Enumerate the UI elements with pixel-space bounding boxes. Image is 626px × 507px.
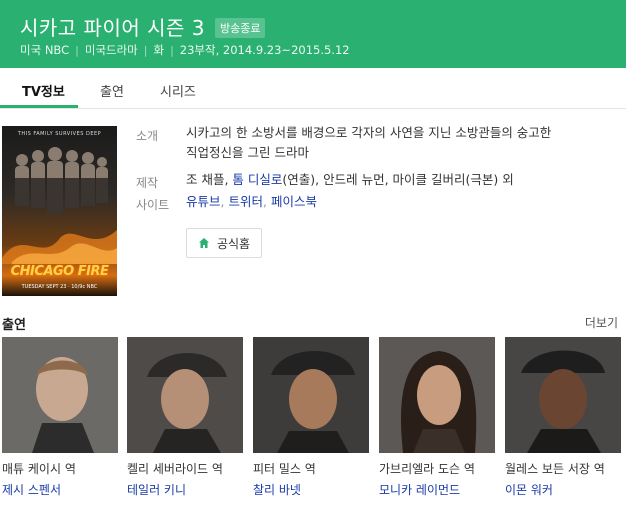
cast-actor-link[interactable]: 제시 스펜서 — [2, 481, 118, 498]
cast-photo[interactable] — [127, 337, 243, 453]
poster-logo: CHICAGO FIRE — [10, 264, 109, 279]
cast-photo[interactable] — [253, 337, 369, 453]
summary-text: 시카고의 한 소방서를 배경으로 각자의 사연을 지닌 소방관들의 숭고한 직업… — [186, 123, 551, 163]
cast-role: 켈리 세버라이드 역 — [127, 462, 223, 476]
cast-actor-link[interactable]: 모니카 레이먼드 — [379, 481, 495, 498]
tab-bar: TV정보 출연 시리즈 — [0, 68, 626, 109]
cast-actor-link[interactable]: 테일러 키니 — [127, 481, 243, 498]
tab-series[interactable]: 시리즈 — [160, 81, 196, 100]
program-header: 시카고 파이어 시즌 3 방송종료 미국 NBC | 미국드라마 | 화 | 2… — [0, 0, 626, 68]
production-credits: 조 채플, 톰 디실로(연출), 안드레 뉴먼, 마이클 길버리(극본) 외 — [186, 170, 514, 190]
site-label: 사이트 — [136, 198, 170, 212]
program-meta: 미국 NBC | 미국드라마 | 화 | 23부작, 2014.9.23~201… — [20, 42, 350, 58]
site-links: 유튜브, 트위터, 페이스북 — [186, 194, 317, 209]
cast-card[interactable]: 매튜 케이시 역 제시 스펜서 — [2, 337, 118, 498]
home-icon — [198, 238, 209, 248]
cast-role: 월레스 보든 서장 역 — [505, 462, 605, 476]
meta-divider: | — [170, 43, 174, 57]
summary-line: 직업정신을 그린 드라마 — [186, 145, 309, 160]
meta-genre: 미국드라마 — [84, 43, 138, 57]
summary-line: 시카고의 한 소방서를 배경으로 각자의 사연을 지닌 소방관들의 숭고한 — [186, 125, 552, 140]
site-link-facebook[interactable]: 페이스북 — [271, 194, 317, 209]
broadcast-status-badge: 방송종료 — [215, 17, 266, 38]
cast-card[interactable]: 피터 밀스 역 찰리 바넷 — [253, 337, 369, 498]
production-director: 조 채플, — [186, 172, 233, 187]
cast-card[interactable]: 월레스 보든 서장 역 이몬 워커 — [505, 337, 621, 498]
meta-divider: | — [143, 43, 148, 57]
meta-episodes-dates: 23부작, 2014.9.23~2015.5.12 — [179, 43, 350, 57]
production-label: 제작 — [136, 176, 159, 190]
cast-photo[interactable] — [2, 337, 118, 453]
poster-airdate: TUESDAY SEPT 23 · 10/9c NBC — [21, 284, 98, 290]
cast-photo[interactable] — [379, 337, 495, 453]
production-director-link[interactable]: 톰 디실로 — [232, 172, 282, 187]
cast-role: 매튜 케이시 역 — [2, 462, 76, 476]
meta-day: 화 — [153, 43, 165, 57]
meta-channel: 미국 NBC — [20, 43, 70, 57]
cast-card[interactable]: 가브리엘라 도슨 역 모니카 레이먼드 — [379, 337, 495, 498]
program-title[interactable]: 시카고 파이어 시즌 3 — [20, 12, 205, 41]
tab-tv-info[interactable]: TV정보 — [22, 81, 65, 100]
cast-card[interactable]: 켈리 세버라이드 역 테일러 키니 — [127, 337, 243, 498]
active-tab-indicator — [0, 105, 78, 108]
official-homepage-button[interactable]: 공식홈 — [186, 228, 262, 258]
cast-role: 피터 밀스 역 — [253, 462, 316, 476]
cast-actor-link[interactable]: 이몬 워커 — [505, 481, 621, 498]
program-poster[interactable]: THIS FAMILY SURVIVES DEEP CHICAGO FIRE T… — [2, 126, 117, 296]
cast-more-link[interactable]: 더보기 — [585, 314, 618, 331]
cast-role: 가브리엘라 도슨 역 — [379, 462, 475, 476]
poster-fire-graphic — [2, 230, 117, 264]
official-homepage-label: 공식홈 — [216, 236, 251, 251]
cast-photo[interactable] — [505, 337, 621, 453]
summary-label: 소개 — [136, 129, 159, 143]
poster-cast-silhouettes — [15, 147, 108, 213]
cast-section-title: 출연 — [2, 318, 26, 333]
tab-cast[interactable]: 출연 — [100, 81, 124, 100]
poster-tagline: THIS FAMILY SURVIVES DEEP — [17, 131, 102, 137]
production-writers: (연출), 안드레 뉴먼, 마이클 길버리(극본) 외 — [282, 172, 514, 187]
site-link-twitter[interactable]: 트위터 — [228, 194, 263, 209]
meta-divider: | — [75, 43, 79, 57]
site-link-youtube[interactable]: 유튜브 — [186, 194, 221, 209]
cast-actor-link[interactable]: 찰리 바넷 — [253, 481, 369, 498]
